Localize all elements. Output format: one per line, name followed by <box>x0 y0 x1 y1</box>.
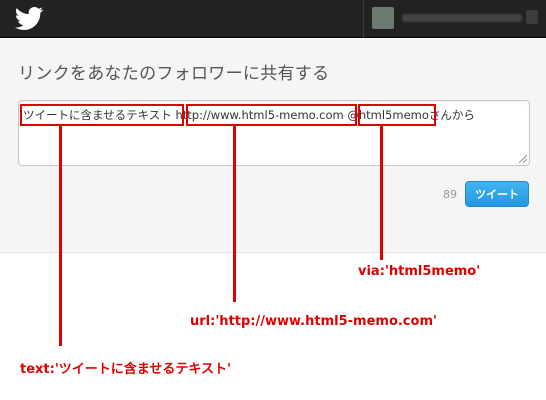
resize-grip-icon[interactable] <box>519 155 527 163</box>
tweet-button[interactable]: ツイート <box>465 181 529 207</box>
highlight-text-box <box>20 104 184 126</box>
twitter-bird-icon[interactable] <box>14 6 44 32</box>
char-counter: 89 <box>443 188 457 201</box>
share-panel: リンクをあなたのフォロワーに共有する ツイートに含ませるテキスト http://… <box>0 39 546 253</box>
top-bar <box>0 0 546 38</box>
via-connector-line <box>380 126 383 260</box>
text-callout: text:'ツイートに含ませるテキスト' <box>20 362 232 377</box>
text-connector-line <box>59 126 62 346</box>
avatar[interactable] <box>372 7 394 29</box>
account-menu[interactable] <box>363 0 546 38</box>
account-name-blurred <box>402 14 522 22</box>
via-callout: via:'html5memo' <box>358 264 481 279</box>
url-connector-line <box>233 126 236 302</box>
page-title: リンクをあなたのフォロワーに共有する <box>18 64 330 84</box>
url-callout: url:'http://www.html5-memo.com' <box>190 314 437 329</box>
highlight-url-box <box>186 104 357 126</box>
highlight-via-box <box>358 104 436 126</box>
account-dropdown-icon[interactable] <box>526 10 538 24</box>
